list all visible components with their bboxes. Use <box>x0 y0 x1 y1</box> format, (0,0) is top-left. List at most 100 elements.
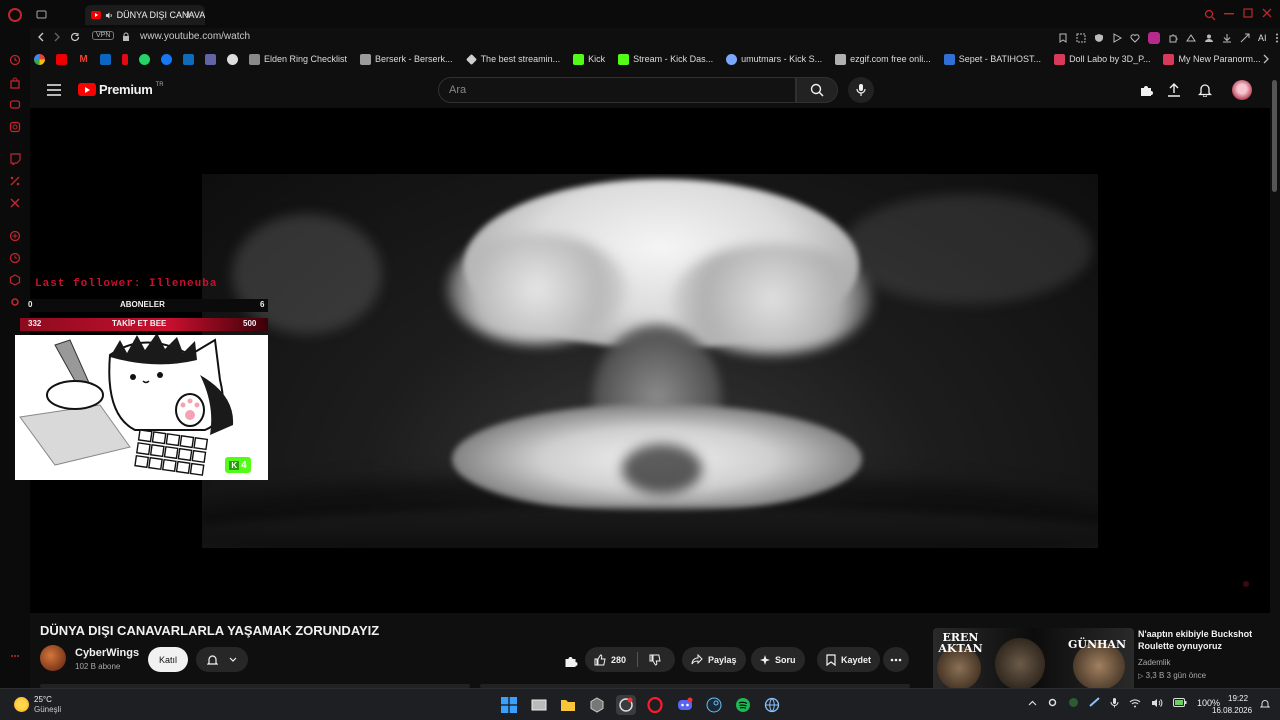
youtube-logo[interactable]: Premium TR <box>78 82 164 97</box>
more-actions-button[interactable] <box>883 647 909 672</box>
scrollbar-thumb[interactable] <box>1272 80 1277 192</box>
notification-settings-button[interactable] <box>196 647 248 672</box>
network-app-button[interactable] <box>762 695 782 715</box>
twitch-icon[interactable] <box>9 153 21 165</box>
voice-search-button[interactable] <box>848 77 874 103</box>
tray-steam-icon[interactable] <box>1089 697 1100 708</box>
upload-icon[interactable] <box>1167 82 1181 97</box>
bookmark-item[interactable]: My New Paranorm... <box>1156 53 1260 65</box>
player-icon[interactable] <box>1112 33 1122 43</box>
bookmarks-overflow-icon[interactable] <box>1262 54 1270 64</box>
app-cube-button[interactable] <box>587 695 607 715</box>
clock-date[interactable]: 16.08.2026 <box>1212 706 1252 715</box>
battery-icon[interactable] <box>1173 698 1187 707</box>
like-icon[interactable] <box>594 653 606 666</box>
outlook-icon[interactable] <box>183 53 194 65</box>
snapshot-icon[interactable] <box>1076 33 1086 43</box>
save-button[interactable]: Kaydet <box>817 647 881 672</box>
search-input[interactable] <box>439 78 795 102</box>
start-button[interactable] <box>499 695 519 715</box>
instagram-icon[interactable] <box>9 121 21 133</box>
maximize-icon[interactable] <box>1243 8 1253 18</box>
extension-puzzle-icon[interactable] <box>1139 83 1153 97</box>
opera-logo-icon[interactable] <box>8 8 22 22</box>
tray-microphone-icon[interactable] <box>1110 697 1119 708</box>
tab-island-icon[interactable] <box>36 9 47 20</box>
recommended-video-title[interactable]: N'aaptın ekibiyle Buckshot Roulette oynu… <box>1138 628 1273 652</box>
share-page-icon[interactable] <box>1240 33 1250 43</box>
user-avatar[interactable] <box>1232 80 1252 100</box>
facebook-icon[interactable] <box>161 53 172 65</box>
add-circle-icon[interactable] <box>9 230 21 242</box>
recommended-video-thumbnail[interactable]: EREN AKTAN GÜNHAN <box>933 628 1134 690</box>
recommended-channel[interactable]: Zademlik <box>1138 658 1170 667</box>
bookmark-item[interactable]: The best streamin... <box>459 53 560 65</box>
profile-icon[interactable] <box>1204 33 1214 43</box>
join-button[interactable]: Katıl <box>148 647 188 672</box>
notifications-center-icon[interactable] <box>1260 699 1270 709</box>
channel-name[interactable]: CyberWings <box>75 647 139 659</box>
video-frame[interactable] <box>202 174 1098 548</box>
clock-icon[interactable] <box>9 252 21 264</box>
more-sidebar-icon[interactable] <box>9 650 21 662</box>
like-count[interactable]: 280 <box>611 655 626 665</box>
bookmark-item[interactable]: Stream - Kick Das... <box>611 53 713 65</box>
ask-button[interactable]: Soru <box>751 647 805 672</box>
search-button[interactable] <box>796 77 838 103</box>
speaker-icon[interactable] <box>105 11 113 20</box>
file-explorer-button[interactable] <box>558 695 578 715</box>
opera-app-button[interactable] <box>645 695 665 715</box>
heart-icon[interactable] <box>1130 33 1140 43</box>
task-view-button[interactable] <box>529 695 549 715</box>
notifications-bell-icon[interactable] <box>1198 82 1212 97</box>
youtube-bookmark-icon[interactable] <box>56 53 67 65</box>
bookmark-item[interactable]: Sepet - BATIHOST... <box>937 53 1041 65</box>
bookmark-item[interactable]: umutmars - Kick S... <box>719 53 822 65</box>
weather-sun-icon[interactable] <box>14 697 29 712</box>
google-icon[interactable] <box>34 53 45 65</box>
percent-icon[interactable] <box>9 175 21 187</box>
back-icon[interactable] <box>36 32 46 42</box>
bookmark-item[interactable]: ezgif.com free onli... <box>828 53 931 65</box>
dislike-icon[interactable] <box>649 654 661 666</box>
linkedin-icon[interactable] <box>100 53 111 65</box>
url-field[interactable]: www.youtube.com/watch <box>140 31 250 42</box>
weather-temperature[interactable]: 25°C <box>34 695 52 704</box>
channel-avatar[interactable] <box>40 645 66 671</box>
extension-puzzle-icon[interactable] <box>563 654 578 668</box>
extensions-icon[interactable] <box>1168 33 1178 43</box>
teams-icon[interactable] <box>205 53 216 65</box>
messenger-icon[interactable] <box>9 99 21 111</box>
shield-icon[interactable] <box>1094 33 1104 43</box>
netflix-icon[interactable] <box>122 53 128 65</box>
vpn-badge[interactable]: VPN <box>92 31 115 40</box>
wifi-icon[interactable] <box>1129 698 1141 708</box>
chatgpt-icon[interactable] <box>227 53 238 65</box>
share-button[interactable]: Paylaş <box>682 647 746 672</box>
menu-dots-icon[interactable] <box>1275 33 1279 43</box>
shopping-bag-icon[interactable] <box>9 77 21 89</box>
gmail-icon[interactable]: M <box>78 54 89 65</box>
bookmark-add-icon[interactable] <box>1058 33 1068 43</box>
forward-icon[interactable] <box>52 32 62 42</box>
search-tabs-icon[interactable] <box>1204 9 1216 21</box>
minimize-icon[interactable] <box>1224 13 1234 15</box>
aria-ai-button[interactable]: AI <box>1258 33 1267 43</box>
weather-condition[interactable]: Güneşli <box>34 705 61 714</box>
reload-icon[interactable] <box>70 32 80 42</box>
lock-icon[interactable] <box>122 32 130 42</box>
volume-icon[interactable] <box>1151 698 1163 708</box>
tray-gear-icon[interactable] <box>1047 697 1058 708</box>
steam-app-button[interactable] <box>704 695 724 715</box>
history-icon[interactable] <box>9 54 21 66</box>
chevron-up-icon[interactable] <box>1028 700 1037 706</box>
download-icon[interactable] <box>1222 33 1232 43</box>
x-twitter-icon[interactable] <box>9 197 21 209</box>
new-tab-button[interactable]: + <box>185 7 192 21</box>
bookmark-item[interactable]: Berserk - Berserk... <box>353 53 453 65</box>
extension-purple-icon[interactable] <box>1148 32 1160 44</box>
hamburger-menu-icon[interactable] <box>47 84 61 96</box>
bookmark-item[interactable]: Kick <box>566 53 605 65</box>
spotify-app-button[interactable] <box>733 695 753 715</box>
tray-green-icon[interactable] <box>1068 697 1079 708</box>
